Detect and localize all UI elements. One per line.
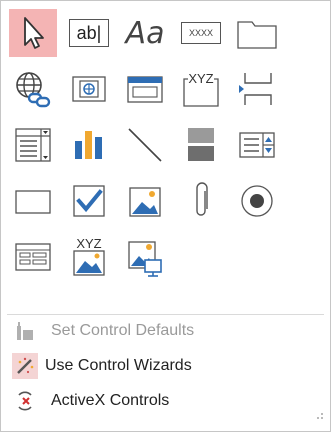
chart-tool[interactable]	[65, 121, 113, 169]
radio-button-icon	[241, 185, 273, 217]
set-defaults-icon	[9, 315, 41, 347]
activex-icon	[9, 385, 41, 417]
option-group-tool[interactable]: XYZ	[177, 65, 225, 113]
text-box-glyph: ab|	[76, 22, 102, 43]
resize-grip-icon[interactable]	[316, 407, 324, 425]
activex-label: ActiveX Controls	[51, 392, 170, 409]
chart-icon	[75, 131, 102, 159]
option-button-tool[interactable]	[233, 177, 281, 225]
combo-box-tool[interactable]	[9, 121, 57, 169]
toggle-button-icon	[188, 128, 214, 161]
check-box-icon	[73, 185, 105, 217]
label-tool[interactable]: Aa	[121, 9, 169, 57]
page-break-icon	[239, 73, 272, 105]
image-frame-icon	[129, 187, 161, 217]
rectangle-icon	[15, 190, 51, 214]
activex-controls-item[interactable]: ActiveX Controls	[9, 385, 319, 417]
option-group-glyph: XYZ	[188, 71, 213, 86]
attachment-tool[interactable]	[177, 177, 225, 225]
line-icon	[128, 128, 162, 162]
bound-object-frame-icon: XYZ	[73, 236, 105, 276]
navigation-control-tool[interactable]	[121, 65, 169, 113]
tab-control-icon	[237, 21, 277, 49]
select-pointer-tool[interactable]	[9, 9, 57, 57]
rectangle-tool[interactable]	[9, 177, 57, 225]
toggle-button-tool[interactable]	[177, 121, 225, 169]
set-defaults-label: Set Control Defaults	[51, 322, 195, 339]
bound-object-frame-glyph: XYZ	[76, 236, 101, 251]
image-control-icon	[128, 241, 162, 277]
button-tool[interactable]: XXXX	[177, 9, 225, 57]
web-browser-control-tool[interactable]	[65, 65, 113, 113]
hyperlink-tool[interactable]	[9, 65, 57, 113]
subform-subreport-tool[interactable]	[9, 233, 57, 281]
image-tool[interactable]	[121, 233, 169, 281]
list-box-icon	[239, 132, 275, 158]
pointer-icon	[24, 17, 44, 49]
combo-box-icon	[15, 128, 51, 162]
bound-object-frame-tool[interactable]: XYZ	[65, 233, 113, 281]
unbound-object-frame-tool[interactable]	[121, 177, 169, 225]
line-tool[interactable]	[121, 121, 169, 169]
text-box-tool[interactable]: ab|	[65, 9, 113, 57]
tab-control-tool[interactable]	[233, 9, 281, 57]
subform-icon	[15, 243, 51, 271]
wizard-wand-icon	[12, 353, 38, 379]
use-wizards-label: Use Control Wizards	[45, 357, 192, 374]
label-icon: Aa	[125, 15, 165, 51]
text-box-icon: ab|	[69, 19, 109, 47]
controls-gallery-panel: ab| Aa XXXX XYZ XYZ Set Control Defaults…	[0, 0, 331, 432]
navigation-control-icon	[127, 76, 163, 103]
paperclip-icon	[196, 182, 208, 216]
button-icon: XXXX	[181, 22, 221, 44]
web-browser-icon	[72, 76, 106, 102]
button-glyph: XXXX	[188, 28, 213, 38]
hyperlink-icon	[16, 72, 51, 108]
check-box-tool[interactable]	[65, 177, 113, 225]
use-control-wizards-item[interactable]: Use Control Wizards	[9, 350, 319, 382]
option-group-icon: XYZ	[183, 71, 219, 107]
page-break-tool[interactable]	[233, 65, 281, 113]
set-control-defaults-item[interactable]: Set Control Defaults	[9, 315, 319, 347]
list-box-tool[interactable]	[233, 121, 281, 169]
